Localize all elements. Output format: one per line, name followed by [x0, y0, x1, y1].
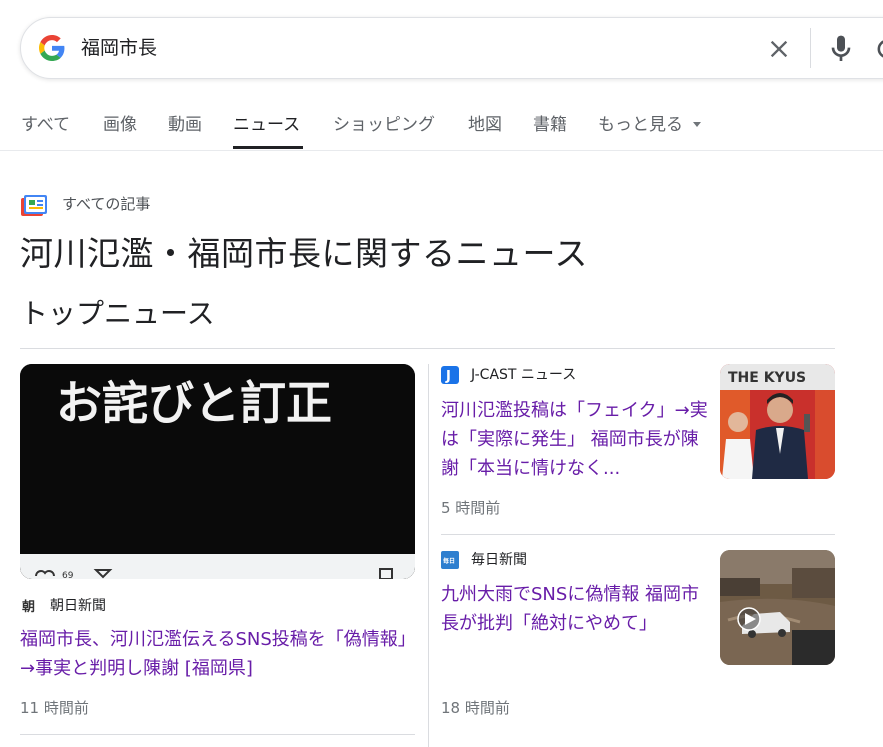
article-time: 18 時間前 — [441, 699, 510, 717]
google-logo-icon — [39, 35, 65, 61]
tab-news[interactable]: ニュース — [233, 114, 300, 136]
thumbnail-image: THE KYUS — [720, 364, 835, 479]
page-title: 河川氾濫・福岡市長に関するニュース — [20, 234, 588, 273]
news-card-featured[interactable]: お詫びと訂正 69 朝 朝日新聞 福岡市長、河川氾濫伝えるSNS投稿を「偽情報」… — [20, 364, 415, 724]
section-title: トップニュース — [20, 297, 215, 330]
active-tab-indicator — [233, 146, 303, 149]
tab-books[interactable]: 書籍 — [533, 114, 567, 136]
source-name: J-CAST ニュース — [471, 367, 577, 383]
article-headline[interactable]: 福岡市長、河川氾濫伝えるSNS投稿を「偽情報」→事実と判明し陳謝 [福岡県] — [20, 625, 415, 683]
tab-shopping[interactable]: ショッピング — [333, 114, 435, 136]
article-thumbnail[interactable]: お詫びと訂正 69 — [20, 364, 415, 579]
clear-icon[interactable] — [765, 35, 793, 63]
column-divider — [428, 364, 429, 747]
source-name: 朝日新聞 — [50, 598, 106, 614]
source-name: 毎日新聞 — [471, 552, 527, 568]
caret-down-icon[interactable] — [693, 122, 701, 127]
article-time: 5 時間前 — [441, 499, 501, 517]
microphone-icon[interactable] — [825, 33, 857, 65]
tab-images[interactable]: 画像 — [103, 114, 137, 136]
tab-videos[interactable]: 動画 — [168, 114, 202, 136]
card-divider — [20, 734, 415, 735]
news-card-jcast[interactable]: J J-CAST ニュース 河川氾濫投稿は「フェイク」→実は「実際に発生」 福岡… — [441, 364, 835, 524]
jcast-source-icon: J — [441, 366, 459, 384]
article-thumbnail[interactable]: THE KYUS — [720, 364, 835, 479]
mainichi-source-icon: 毎日 — [441, 551, 459, 569]
svg-text:69: 69 — [62, 571, 74, 579]
asahi-source-icon: 朝 — [20, 597, 38, 615]
article-headline[interactable]: 河川氾濫投稿は「フェイク」→実は「実際に発生」 福岡市長が陳謝「本当に情けなく.… — [441, 396, 709, 483]
article-time: 11 時間前 — [20, 699, 89, 717]
search-separator — [810, 28, 811, 68]
news-article-icon — [21, 195, 47, 216]
all-articles-label[interactable]: すべての記事 — [62, 194, 150, 214]
svg-text:J: J — [445, 369, 451, 384]
tab-maps[interactable]: 地図 — [468, 114, 502, 136]
svg-text:朝: 朝 — [22, 599, 35, 615]
card-divider — [441, 534, 835, 535]
news-card-mainichi[interactable]: 毎日 毎日新聞 九州大雨でSNSに偽情報 福岡市長が批判「絶対にやめて」 18 … — [441, 550, 835, 725]
thumbnail-caption: お詫びと訂正 — [56, 376, 332, 430]
svg-text:毎日: 毎日 — [443, 557, 455, 565]
tabs-divider — [0, 150, 883, 151]
thumbnail-image: お詫びと訂正 69 — [20, 364, 415, 579]
search-tabs: すべて 画像 動画 ニュース ショッピング 地図 書籍 もっと見る — [0, 100, 883, 150]
article-headline[interactable]: 九州大雨でSNSに偽情報 福岡市長が批判「絶対にやめて」 — [441, 580, 709, 638]
tab-more[interactable]: もっと見る — [598, 114, 683, 136]
search-input[interactable]: 福岡市長 — [81, 36, 157, 60]
lens-icon[interactable] — [873, 35, 883, 63]
tab-all[interactable]: すべて — [21, 114, 70, 136]
thumbnail-image — [720, 550, 835, 665]
article-thumbnail[interactable] — [720, 550, 835, 665]
section-divider — [20, 348, 835, 349]
search-box[interactable]: 福岡市長 — [20, 17, 883, 79]
thumbnail-caption: THE KYUS — [728, 370, 806, 386]
